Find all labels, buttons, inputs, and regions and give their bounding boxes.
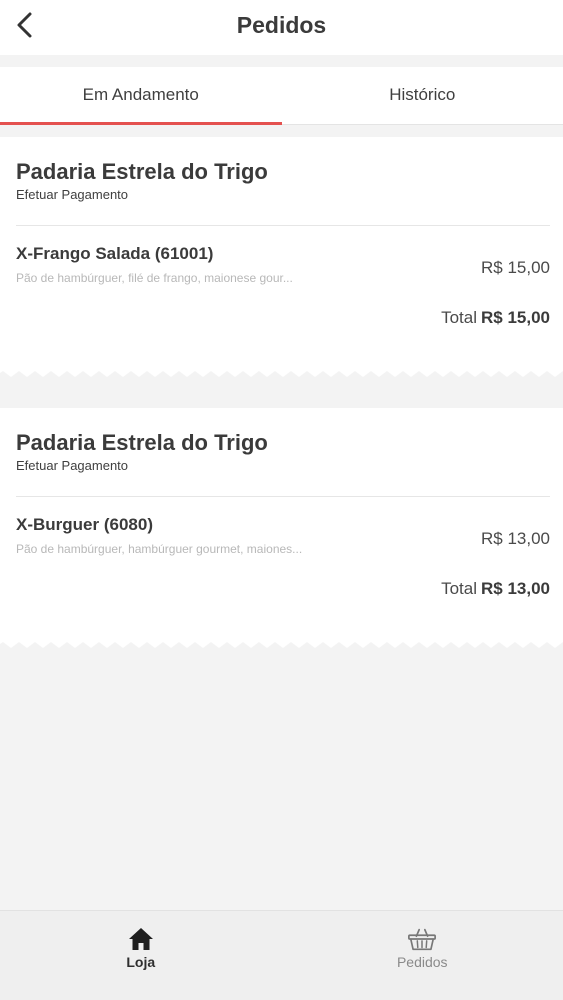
bottom-navigation: Loja Pedidos <box>0 910 563 1000</box>
total-label: Total <box>441 308 477 327</box>
page-title: Pedidos <box>236 12 327 38</box>
card-zigzag-edge <box>0 367 563 377</box>
item-description: Pão de hambúrguer, hambúrguer gourmet, m… <box>16 542 303 556</box>
card-zigzag-edge <box>0 638 563 648</box>
total-label: Total <box>441 579 477 598</box>
order-card[interactable]: Padaria Estrela do Trigo Efetuar Pagamen… <box>0 137 563 377</box>
item-name: X-Frango Salada (61001) <box>16 244 214 263</box>
item-name: X-Burguer (6080) <box>16 515 153 534</box>
tab-em-andamento[interactable]: Em Andamento <box>0 67 282 125</box>
order-status: Efetuar Pagamento <box>16 458 129 473</box>
order-status: Efetuar Pagamento <box>16 187 129 202</box>
nav-label-pedidos: Pedidos <box>396 954 448 970</box>
tab-historico[interactable]: Histórico <box>282 67 563 124</box>
nav-pedidos[interactable]: Pedidos <box>282 911 563 1000</box>
order-item: X-Frango Salada (61001) Pão de hambúrgue… <box>16 244 550 290</box>
tab-bar: Em Andamento Histórico <box>0 67 563 125</box>
item-description: Pão de hambúrguer, filé de frango, maion… <box>16 271 293 285</box>
order-item: X-Burguer (6080) Pão de hambúrguer, hamb… <box>16 515 550 561</box>
top-bar: Pedidos <box>0 0 563 55</box>
total-value: R$ 13,00 <box>481 579 550 598</box>
divider <box>16 496 550 497</box>
total-value: R$ 15,00 <box>481 308 550 327</box>
order-card[interactable]: Padaria Estrela do Trigo Efetuar Pagamen… <box>0 408 563 648</box>
store-name: Padaria Estrela do Trigo <box>16 159 268 184</box>
nav-label-loja: Loja <box>126 954 156 970</box>
nav-loja[interactable]: Loja <box>0 911 282 1000</box>
divider <box>16 225 550 226</box>
item-price: R$ 13,00 <box>481 529 550 548</box>
basket-icon <box>407 925 437 953</box>
home-icon <box>126 925 156 953</box>
order-total: Total R$ 13,00 <box>16 579 550 599</box>
item-price: R$ 15,00 <box>481 258 550 277</box>
store-name: Padaria Estrela do Trigo <box>16 430 268 455</box>
order-total: Total R$ 15,00 <box>16 308 550 328</box>
